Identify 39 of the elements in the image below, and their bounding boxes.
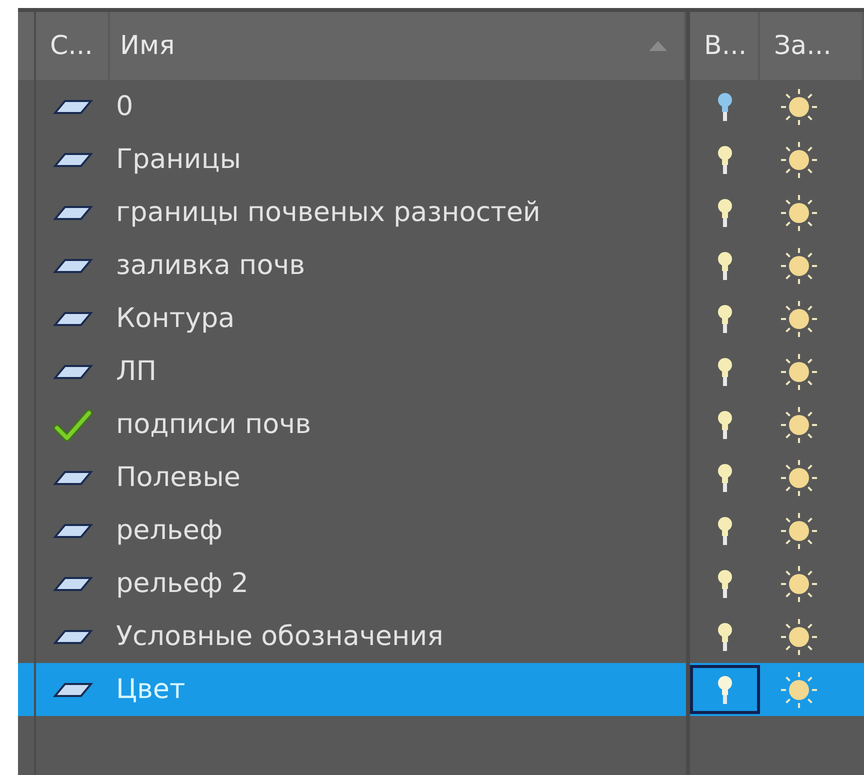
table-row[interactable]: границы почвеных разностей: [18, 186, 864, 239]
table-row[interactable]: Полевые: [18, 451, 864, 504]
layer-name: 0: [116, 91, 134, 122]
sun-icon: [779, 140, 819, 180]
sun-icon: [779, 352, 819, 392]
layer-name: подписи почв: [116, 409, 312, 440]
table-row[interactable]: Границы: [18, 133, 864, 186]
sun-icon: [779, 510, 819, 550]
column-header[interactable]: С...: [50, 31, 93, 61]
table-row[interactable]: рельеф 2: [18, 557, 864, 610]
table-row[interactable]: Контура: [18, 292, 864, 345]
column-header[interactable]: За...: [774, 31, 832, 61]
layer-name: Контура: [116, 303, 235, 334]
layer-name: Полевые: [116, 462, 241, 493]
sun-icon: [779, 670, 819, 710]
table-row[interactable]: 0: [18, 80, 864, 133]
layer-name: Границы: [116, 144, 242, 175]
visibility-cell[interactable]: [690, 665, 760, 714]
sun-icon: [779, 564, 819, 604]
table-row[interactable]: заливка почв: [18, 239, 864, 292]
layer-name: рельеф: [116, 515, 223, 546]
sun-icon: [779, 616, 819, 656]
layer-name: рельеф 2: [116, 568, 248, 599]
sun-icon: [779, 298, 819, 338]
sun-icon: [779, 86, 819, 126]
column-header[interactable]: Имя: [120, 31, 175, 61]
sun-icon: [779, 192, 819, 232]
sun-icon: [779, 404, 819, 444]
layer-name: Условные обозначения: [116, 621, 444, 652]
layer-name: заливка почв: [116, 250, 306, 281]
sun-icon: [779, 246, 819, 286]
table-row[interactable]: рельеф: [18, 504, 864, 557]
layer-name: границы почвеных разностей: [116, 197, 540, 228]
table-row[interactable]: подписи почв: [18, 398, 864, 451]
layer-name: Цвет: [116, 674, 186, 705]
sun-icon: [779, 458, 819, 498]
table-row[interactable]: ЛП: [18, 345, 864, 398]
column-header[interactable]: В...: [704, 31, 747, 61]
layer-name: ЛП: [116, 356, 157, 387]
